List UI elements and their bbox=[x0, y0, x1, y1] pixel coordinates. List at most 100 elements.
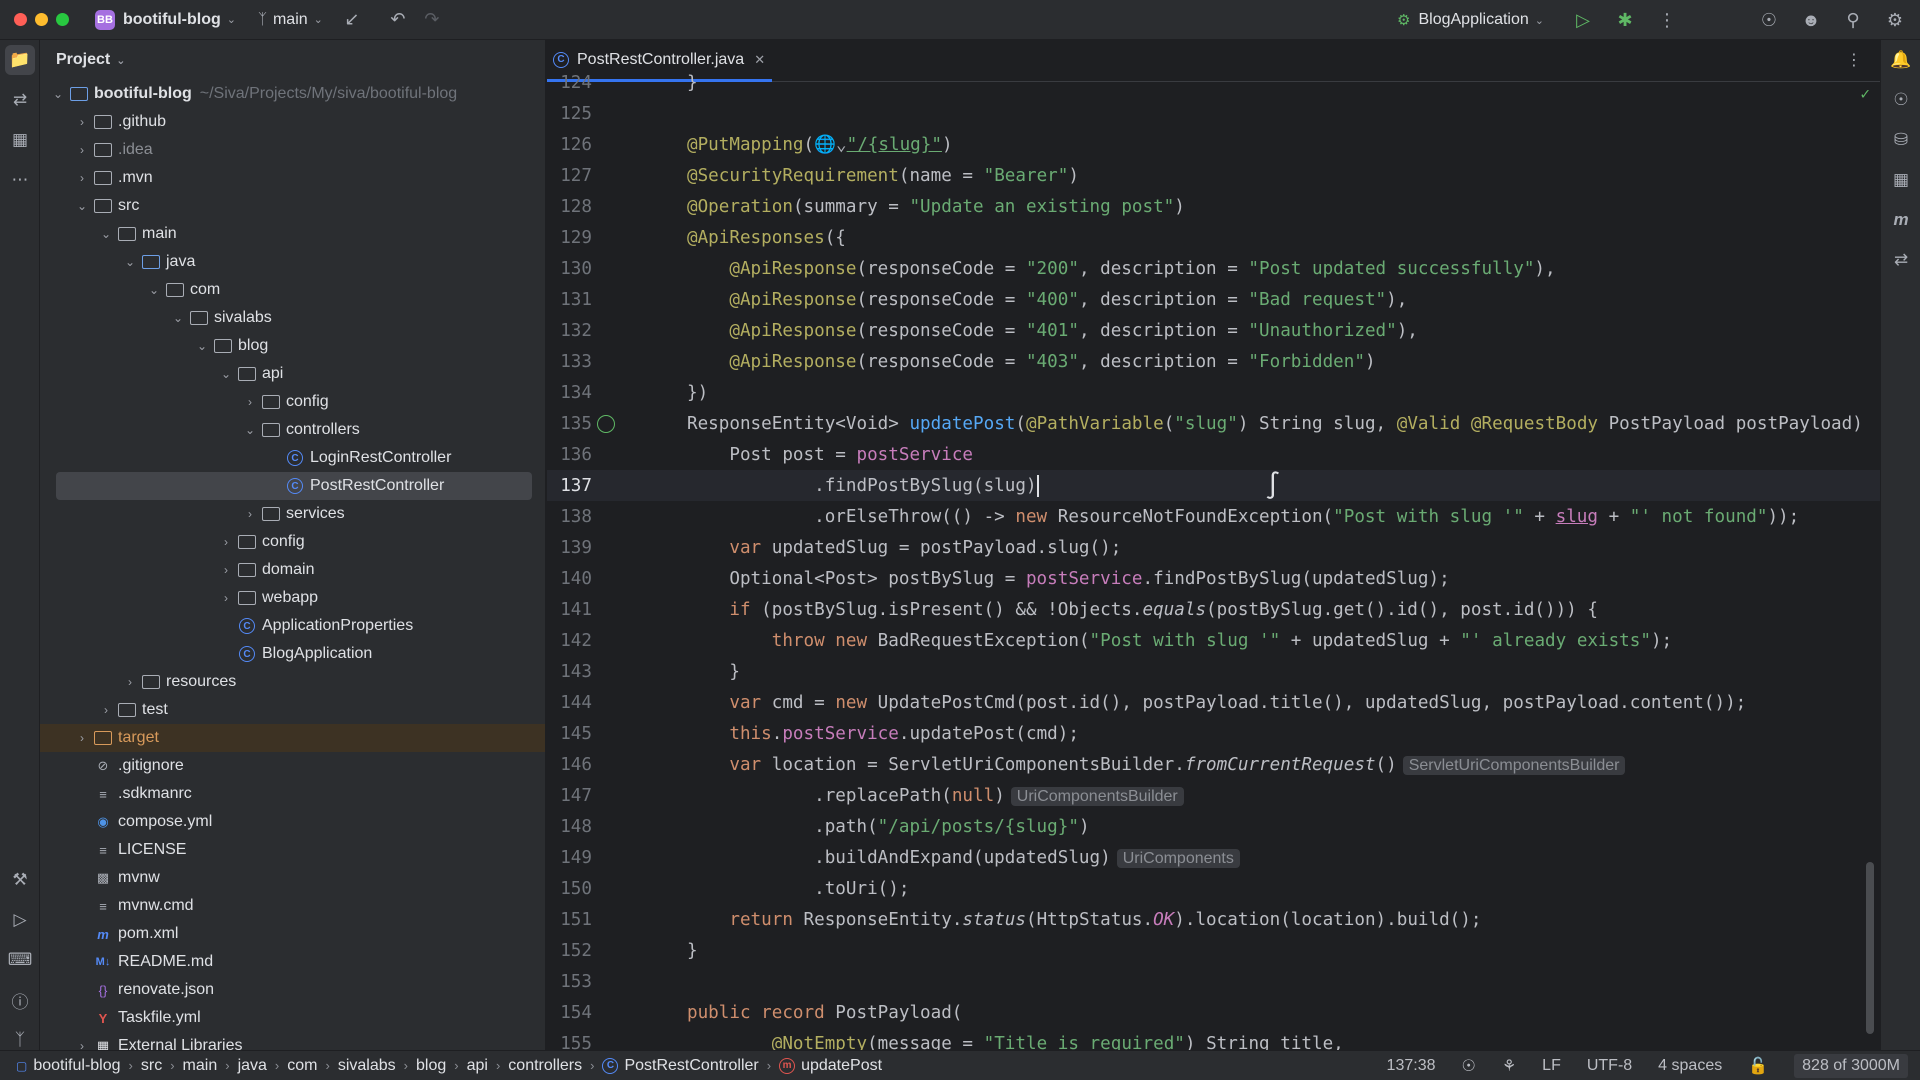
tree-item-label: mvnw.cmd bbox=[118, 897, 194, 914]
breadcrumb-item[interactable]: updatePost bbox=[801, 1057, 882, 1075]
ai-assistant-icon[interactable]: ☉ bbox=[1752, 3, 1786, 37]
endpoints-icon[interactable]: ⇄ bbox=[1881, 240, 1920, 280]
breadcrumb-item[interactable]: api bbox=[467, 1057, 488, 1075]
run-config-selector[interactable]: ⚙ BlogApplication ⌄ bbox=[1397, 11, 1544, 29]
breadcrumb-item[interactable]: controllers bbox=[508, 1057, 582, 1075]
more-tools-icon[interactable]: ⋯ bbox=[0, 160, 40, 200]
chevron-down-icon: ⌄ bbox=[172, 311, 184, 325]
breadcrumb-item[interactable]: main bbox=[183, 1057, 218, 1075]
structure-icon[interactable]: ▦ bbox=[0, 120, 40, 160]
tree-item[interactable]: › webapp bbox=[40, 584, 545, 612]
line-number: 137 bbox=[560, 475, 592, 496]
database-icon[interactable]: ⛁ bbox=[1881, 120, 1920, 160]
tree-item-label: PostRestController bbox=[310, 477, 445, 494]
spring-boot-class-icon: C bbox=[238, 645, 256, 663]
tree-item[interactable]: m pom.xml bbox=[40, 920, 545, 948]
branch-selector[interactable]: ᛉ main ⌄ bbox=[258, 11, 323, 29]
minimize-window-button[interactable] bbox=[35, 13, 48, 26]
search-icon[interactable]: ⚲ bbox=[1836, 3, 1870, 37]
tree-item[interactable]: ⌄ sivalabs bbox=[40, 304, 545, 332]
vcs-update-icon[interactable]: ↙ bbox=[335, 3, 369, 37]
tree-item[interactable]: › config bbox=[40, 528, 545, 556]
close-window-button[interactable] bbox=[14, 13, 27, 26]
ai-assistant-icon[interactable]: ☉ bbox=[1881, 80, 1920, 120]
services-icon[interactable]: ▷ bbox=[0, 900, 40, 940]
tree-item[interactable]: ⌄ src bbox=[40, 192, 545, 220]
maven-icon[interactable]: m bbox=[1881, 200, 1920, 240]
tree-item[interactable]: › ▦ External Libraries bbox=[40, 1032, 545, 1050]
undo-icon[interactable]: ↶ bbox=[381, 3, 415, 37]
settings-gear-icon[interactable]: ⚙ bbox=[1878, 3, 1912, 37]
terminal-icon[interactable]: ⌨ bbox=[0, 940, 40, 980]
breadcrumb-item[interactable]: sivalabs bbox=[338, 1057, 396, 1075]
tree-item[interactable]: ⌄ api bbox=[40, 360, 545, 388]
tree-item-label: main bbox=[142, 225, 177, 242]
tree-item[interactable]: C ApplicationProperties bbox=[40, 612, 545, 640]
tree-item[interactable]: ⌄ main bbox=[40, 220, 545, 248]
tree-item[interactable]: ⌄ controllers bbox=[40, 416, 545, 444]
build-icon[interactable]: ⚒ bbox=[0, 860, 40, 900]
tree-item[interactable]: Y Taskfile.yml bbox=[40, 1004, 545, 1032]
tree-item[interactable]: ▩ mvnw bbox=[40, 864, 545, 892]
tree-item[interactable]: › .idea bbox=[40, 136, 545, 164]
project-selector[interactable]: BB bootiful-blog ⌄ bbox=[69, 9, 236, 30]
breadcrumb-item[interactable]: src bbox=[141, 1057, 162, 1075]
project-panel-header[interactable]: Project ⌄ bbox=[40, 40, 545, 80]
tree-item[interactable]: ≡ .sdkmanrc bbox=[40, 780, 545, 808]
line-separator[interactable]: LF bbox=[1542, 1057, 1561, 1075]
tree-item[interactable]: {} renovate.json bbox=[40, 976, 545, 1004]
tree-root[interactable]: ⌄ bootiful-blog ~/Siva/Projects/My/siva/… bbox=[40, 80, 545, 108]
tree-item[interactable]: C BlogApplication bbox=[40, 640, 545, 668]
tree-item[interactable]: ⊘ .gitignore bbox=[40, 752, 545, 780]
tree-item[interactable]: › .mvn bbox=[40, 164, 545, 192]
inspection-icon[interactable]: ⚘ bbox=[1502, 1056, 1516, 1076]
caret-position[interactable]: 137:38 bbox=[1387, 1057, 1436, 1075]
tree-item[interactable]: › target bbox=[40, 724, 545, 752]
project-tool-icon[interactable]: 📁 bbox=[5, 45, 35, 75]
run-icon[interactable]: ▷ bbox=[1566, 3, 1600, 37]
notifications-icon[interactable]: 🔔 bbox=[1881, 40, 1920, 80]
memory-indicator[interactable]: 828 of 3000M bbox=[1794, 1054, 1908, 1078]
tree-item[interactable]: › test bbox=[40, 696, 545, 724]
tree-item[interactable]: C LoginRestController bbox=[40, 444, 545, 472]
pull-requests-icon[interactable]: ⇄ bbox=[0, 80, 40, 120]
more-actions-icon[interactable]: ⋮ bbox=[1650, 3, 1684, 37]
tree-item[interactable]: › resources bbox=[40, 668, 545, 696]
redo-icon[interactable]: ↷ bbox=[415, 3, 449, 37]
package-icon bbox=[262, 393, 280, 411]
indent-setting[interactable]: 4 spaces bbox=[1658, 1057, 1722, 1075]
ai-status-icon[interactable]: ☉ bbox=[1461, 1056, 1475, 1076]
breadcrumb-item[interactable]: com bbox=[287, 1057, 317, 1075]
tree-item[interactable]: ◉ compose.yml bbox=[40, 808, 545, 836]
debug-icon[interactable]: ✱ bbox=[1608, 3, 1642, 37]
endpoint-gutter-icon[interactable] bbox=[597, 414, 615, 433]
breadcrumb-item[interactable]: PostRestController bbox=[624, 1057, 758, 1075]
tree-item[interactable]: ≡ mvnw.cmd bbox=[40, 892, 545, 920]
code-line: 140 Optional<Post> postBySlug = postServ… bbox=[547, 563, 1880, 594]
breadcrumb-item[interactable]: blog bbox=[416, 1057, 446, 1075]
file-encoding[interactable]: UTF-8 bbox=[1587, 1057, 1632, 1075]
text-file-icon: ≡ bbox=[99, 786, 107, 802]
tree-item[interactable]: ⌄ blog bbox=[40, 332, 545, 360]
tree-item[interactable]: ≡ LICENSE bbox=[40, 836, 545, 864]
plugin-icon[interactable]: ▦ bbox=[1881, 160, 1920, 200]
lock-icon[interactable]: 🔓 bbox=[1748, 1056, 1768, 1076]
tree-item[interactable]: ⌄ com bbox=[40, 276, 545, 304]
tree-item[interactable]: M↓ README.md bbox=[40, 948, 545, 976]
code-area[interactable]: 124 } 125 126 @PutMapping(🌐⌄"/{slug}") 1… bbox=[547, 73, 1880, 1050]
tree-item-selected[interactable]: C PostRestController bbox=[40, 472, 545, 500]
config-class-icon: C bbox=[238, 617, 256, 635]
close-icon[interactable]: ✕ bbox=[754, 52, 765, 68]
vertical-scrollbar[interactable] bbox=[1866, 862, 1874, 1034]
tree-item[interactable]: › domain bbox=[40, 556, 545, 584]
breadcrumb-item[interactable]: java bbox=[238, 1057, 267, 1075]
tree-item[interactable]: › services bbox=[40, 500, 545, 528]
zoom-window-button[interactable] bbox=[56, 13, 69, 26]
tree-item[interactable]: › .github bbox=[40, 108, 545, 136]
add-user-icon[interactable]: ☻ bbox=[1794, 3, 1828, 37]
tree-item[interactable]: › config bbox=[40, 388, 545, 416]
tree-item[interactable]: ⌄ java bbox=[40, 248, 545, 276]
no-problems-check-icon[interactable]: ✓ bbox=[1860, 84, 1870, 103]
breadcrumb-item[interactable]: bootiful-blog bbox=[33, 1057, 120, 1075]
problems-icon[interactable]: ⓘ bbox=[0, 980, 40, 1020]
